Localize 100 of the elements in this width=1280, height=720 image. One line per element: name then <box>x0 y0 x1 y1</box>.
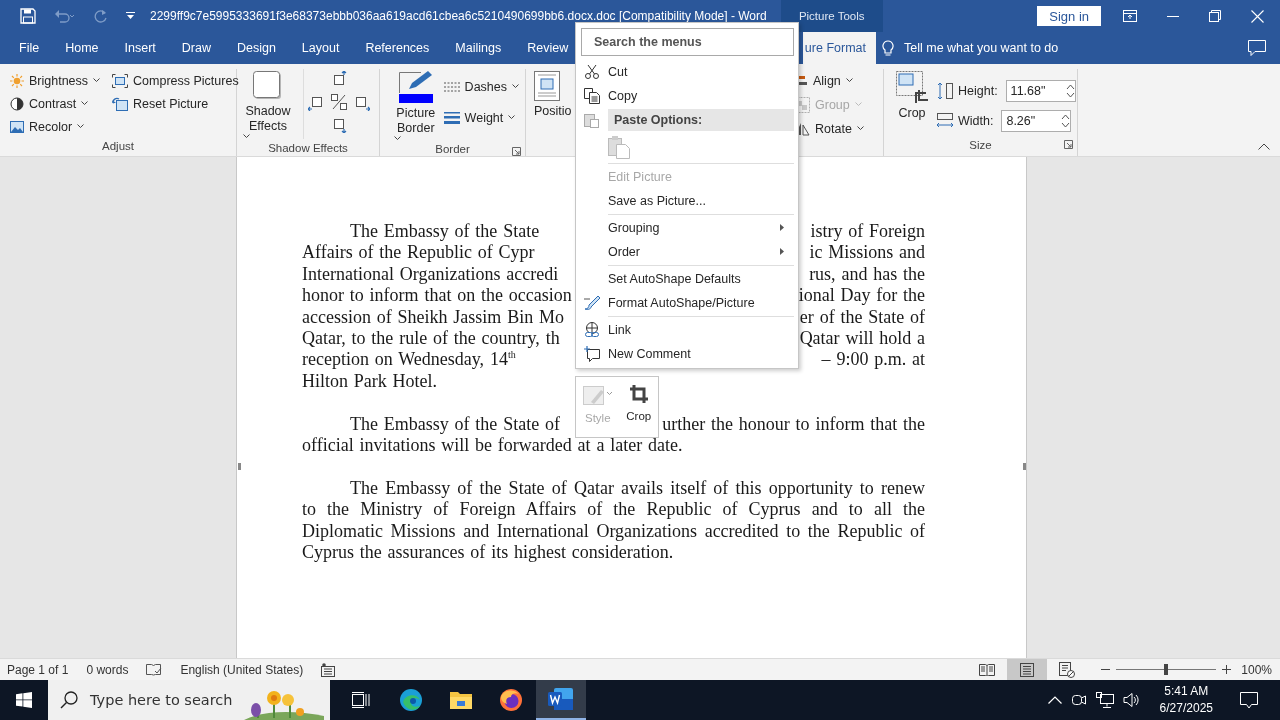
word-icon[interactable] <box>548 687 574 711</box>
ribbon-tab[interactable]: Home <box>52 32 112 64</box>
zoom-level[interactable]: 100% <box>1241 662 1272 677</box>
picture-border-button[interactable]: Picture Border <box>394 69 438 141</box>
collapse-ribbon-icon[interactable] <box>1258 143 1270 150</box>
menu-search-field[interactable]: Search the menus <box>581 28 794 56</box>
position-button[interactable]: Positio <box>534 69 576 156</box>
save-icon[interactable] <box>20 8 36 24</box>
document-text: honor to inform that on the occasion <box>302 285 572 307</box>
folder-icon[interactable] <box>449 690 473 710</box>
window-title: 2299ff9c7e5995333691f3e68373ebbb036aa619acd61cbea6c5210490699bb6.docx.doc [Compatibility Mode] - Word <box>150 9 767 23</box>
ribbon-button[interactable]: Dashes <box>443 77 519 96</box>
crop-picture-icon <box>896 71 928 103</box>
sign-in-button[interactable]: Sign in <box>1037 6 1101 26</box>
copy-icon <box>584 88 600 104</box>
network-icon[interactable] <box>1095 692 1114 708</box>
volume-icon[interactable] <box>1122 692 1141 708</box>
camera-icon[interactable] <box>1070 692 1087 708</box>
ribbon-tab[interactable]: Layout <box>288 32 353 64</box>
ribbon-tab[interactable]: ure Format <box>802 32 876 64</box>
menu-item[interactable]: Copy <box>576 84 794 108</box>
context-tab-header: Picture Tools <box>780 0 883 32</box>
close-icon[interactable] <box>1251 9 1264 23</box>
field-label: Height: <box>958 84 998 98</box>
chevron-up-icon[interactable] <box>1047 696 1062 704</box>
menu-item[interactable]: New Comment <box>576 342 794 366</box>
width-icon <box>936 112 954 130</box>
task-view-icon[interactable] <box>352 692 370 708</box>
ribbon-tab[interactable]: File <box>6 32 53 64</box>
group-label: Size <box>884 134 1077 156</box>
document-text: er of the State of <box>799 306 925 328</box>
proofing-icon[interactable] <box>146 662 163 677</box>
ribbon-button[interactable]: Weight <box>443 108 519 127</box>
resize-handle[interactable] <box>1023 463 1026 470</box>
tell-me-search[interactable]: Tell me what you want to do <box>882 32 1059 64</box>
print-layout-icon[interactable] <box>1020 662 1035 677</box>
ribbon-button[interactable]: Reset Picture <box>112 94 239 113</box>
ribbon-tab[interactable]: Design <box>223 32 289 64</box>
web-layout-icon[interactable] <box>1059 661 1076 678</box>
caret-icon <box>854 102 862 107</box>
ribbon-tab[interactable]: References <box>352 32 443 64</box>
link-icon <box>584 322 600 338</box>
undo-icon[interactable] <box>54 9 76 23</box>
menu-item[interactable]: Link <box>576 318 794 342</box>
language-status[interactable]: English (United States) <box>180 662 304 677</box>
ribbon-display-icon[interactable] <box>1123 10 1137 22</box>
ribbon-button[interactable]: Compress Pictures <box>112 71 239 90</box>
ribbon-button[interactable]: Contrast <box>10 94 101 113</box>
ribbon-tab[interactable]: Insert <box>111 32 169 64</box>
menu-item[interactable]: Grouping <box>576 216 794 240</box>
firefox-icon[interactable] <box>499 688 523 712</box>
edge-icon[interactable] <box>399 688 423 712</box>
ribbon-tab[interactable]: Draw <box>168 32 224 64</box>
restore-icon[interactable] <box>1209 10 1221 22</box>
dialog-launcher-icon[interactable] <box>512 147 521 156</box>
menu-item[interactable]: Order <box>576 240 794 264</box>
page-count[interactable]: Page 1 of 1 <box>7 662 69 677</box>
menu-item[interactable]: Set AutoShape Defaults <box>576 267 794 291</box>
shadow-toggle-icon[interactable] <box>330 93 348 111</box>
comment-icon[interactable] <box>1248 40 1266 56</box>
document-text: ional Day for the <box>798 285 925 307</box>
customize-icon[interactable] <box>126 12 135 20</box>
resize-handle[interactable] <box>238 463 241 470</box>
shadow-effects-button[interactable]: Shadow Effects <box>243 69 293 139</box>
document-text: – 9:00 p.m. at <box>821 349 925 371</box>
spinner-icon[interactable] <box>1061 113 1071 129</box>
caret-icon <box>856 126 864 131</box>
ribbon-tab[interactable]: Mailings <box>442 32 515 64</box>
submenu-arrow-icon <box>780 248 784 255</box>
dashes-icon <box>443 80 460 93</box>
menu-item[interactable]: Save as Picture... <box>576 189 794 213</box>
document-text: The Embassy of the State of Qatar avails itself of this opportunity to renew to the Ministry of Foreign Affairs of the Republic of Cyprus and to all the Diplomatic Missions and International Organizations accredited to the Republic of Cyprus the assurances of its highest consideration. <box>302 477 925 564</box>
document-text: istry of Foreign <box>810 221 925 243</box>
start-icon[interactable] <box>16 692 32 708</box>
macro-icon[interactable] <box>321 662 336 677</box>
menu-item[interactable]: Format AutoShape/Picture <box>576 291 794 315</box>
zoom-slider-thumb[interactable] <box>1164 664 1169 675</box>
notification-icon[interactable] <box>1240 691 1258 709</box>
size-field[interactable]: 11.68" <box>1005 80 1076 102</box>
ribbon-button[interactable]: Recolor <box>10 117 101 136</box>
document-text: The Embassy of the State <box>349 221 540 243</box>
menu-section-header: Paste Options: <box>608 109 794 131</box>
redo-icon[interactable] <box>94 9 108 23</box>
spinner-icon[interactable] <box>1065 83 1075 99</box>
read-mode-icon[interactable] <box>979 663 996 676</box>
crop-button[interactable]: Crop <box>896 69 928 134</box>
word-count[interactable]: 0 words <box>86 662 129 677</box>
taskbar-search-field[interactable]: Type here to search <box>48 680 330 720</box>
view-button[interactable] <box>1007 659 1048 680</box>
zoom-in-icon[interactable] <box>1222 665 1232 674</box>
clock[interactable]: 5:41 AM 6/27/2025 <box>1159 683 1213 717</box>
document-text: rus, and has the <box>809 263 925 286</box>
document-text: Qatar, to the rule of the country, th <box>302 327 560 350</box>
size-field[interactable]: 8.26" <box>1001 110 1072 132</box>
document-text: accession of Sheikh Jassim Bin Mo <box>302 306 564 328</box>
ribbon-button[interactable]: Brightness <box>10 71 101 90</box>
dialog-launcher-icon[interactable] <box>1064 140 1073 149</box>
mini-toolbar-button[interactable]: Crop <box>626 384 652 437</box>
scissors-icon <box>584 64 600 80</box>
pencil-border-icon <box>398 71 433 103</box>
